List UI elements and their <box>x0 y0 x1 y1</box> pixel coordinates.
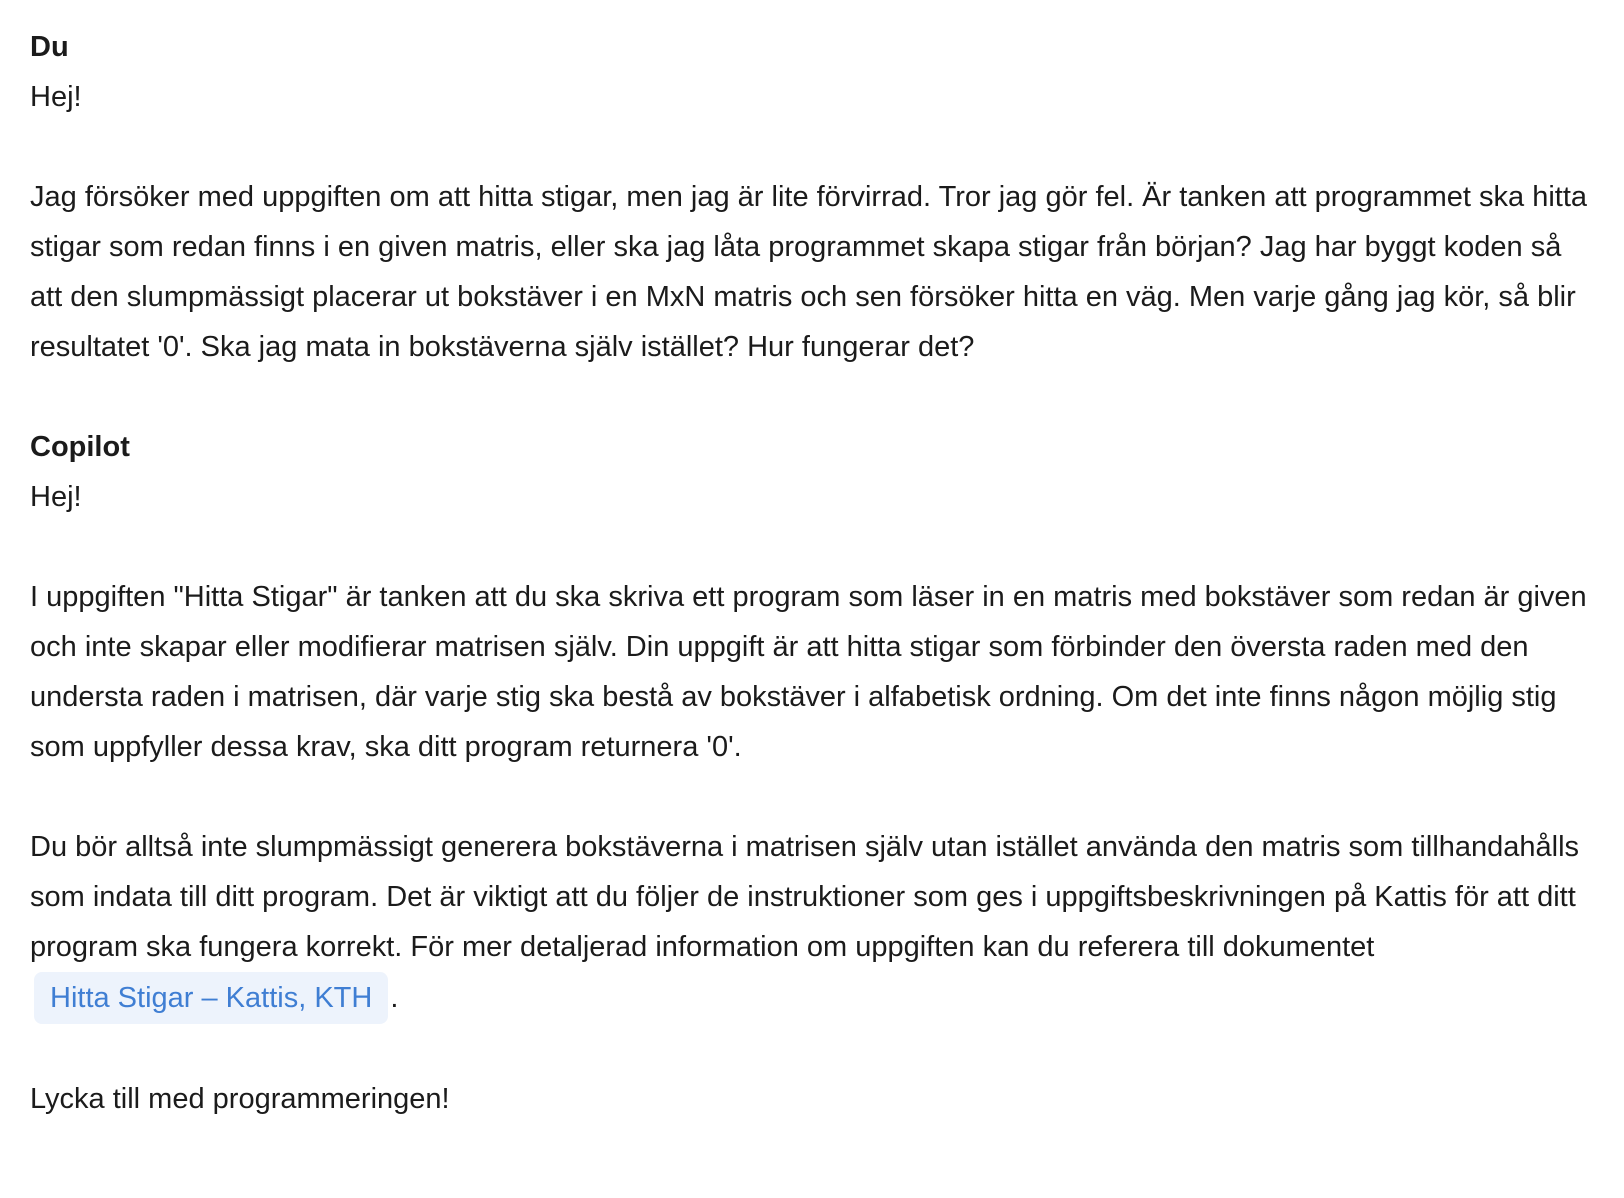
message-author-copilot: Copilot <box>30 431 130 463</box>
paragraph-end: . <box>390 982 399 1014</box>
user-message-paragraph: Jag försöker med uppgiften om att hitta … <box>30 181 1588 363</box>
assistant-message: Copilot Hej! I uppgiften "Hitta Stigar" … <box>30 422 1594 1124</box>
conversation: Du Hej! Jag försöker med uppgiften om at… <box>30 22 1594 1124</box>
assistant-closing-paragraph: Lycka till med programmeringen! <box>30 1083 450 1115</box>
message-author-user: Du <box>30 31 69 63</box>
paragraph-text: Du bör alltså inte slumpmässigt generera… <box>30 831 1580 963</box>
assistant-message-paragraph: Du bör alltså inte slumpmässigt generera… <box>30 822 1594 1024</box>
user-message-paragraph: Hej! <box>30 81 82 113</box>
assistant-message-paragraph: Hej! <box>30 481 82 513</box>
user-message: Du Hej! Jag försöker med uppgiften om at… <box>30 22 1594 372</box>
document-reference-link[interactable]: Hitta Stigar – Kattis, KTH <box>34 972 389 1024</box>
assistant-message-paragraph: I uppgiften "Hitta Stigar" är tanken att… <box>30 581 1587 763</box>
